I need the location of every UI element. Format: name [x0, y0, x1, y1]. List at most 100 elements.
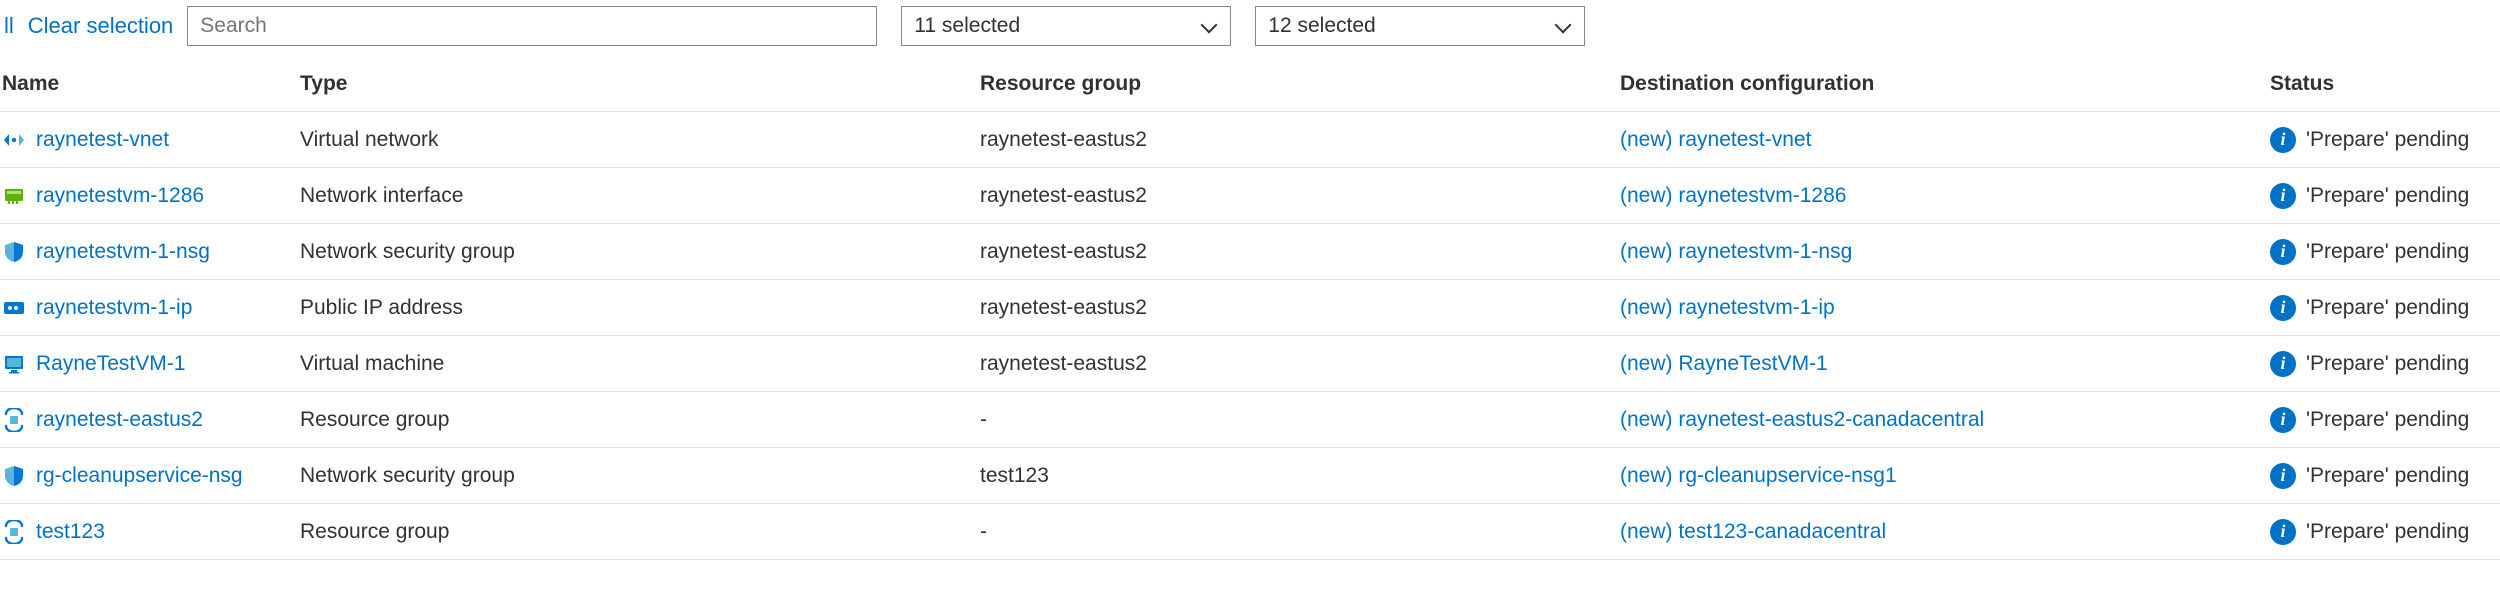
resource-name-link[interactable]: raynetest-vnet — [36, 128, 169, 152]
cell-name: raynetestvm-1-ip — [0, 296, 300, 320]
destination-link[interactable]: (new) rg-cleanupservice-nsg1 — [1620, 464, 1897, 488]
chevron-down-icon — [1200, 17, 1218, 35]
filter-dropdown-2-label: 12 selected — [1268, 14, 1375, 38]
destination-link[interactable]: (new) raynetestvm-1-nsg — [1620, 240, 1852, 264]
cell-status: i 'Prepare' pending — [2270, 127, 2500, 153]
table-row[interactable]: test123 Resource group-(new) test123-cana… — [0, 504, 2500, 560]
resource-name-link[interactable]: rg-cleanupservice-nsg — [36, 464, 243, 488]
info-icon[interactable]: i — [2270, 407, 2296, 433]
resource-name-link[interactable]: test123 — [36, 520, 105, 544]
status-text: 'Prepare' pending — [2306, 464, 2469, 488]
status-text: 'Prepare' pending — [2306, 408, 2469, 432]
col-header-name[interactable]: Name — [0, 72, 300, 96]
table-row[interactable]: raynetestvm-1-ipPublic IP addressraynete… — [0, 280, 2500, 336]
destination-link[interactable]: (new) test123-canadacentral — [1620, 520, 1886, 544]
filter-dropdown-2[interactable]: 12 selected — [1255, 6, 1585, 46]
destination-name: RayneTestVM-1 — [1673, 352, 1828, 375]
destination-name: raynetestvm-1286 — [1673, 184, 1847, 207]
col-header-type[interactable]: Type — [300, 72, 980, 96]
cell-status: i'Prepare' pending — [2270, 295, 2500, 321]
cell-type: Virtual network — [300, 128, 980, 152]
destination-prefix: (new) — [1620, 128, 1673, 151]
table-row[interactable]: raynetest-vnetVirtual networkraynetest-e… — [0, 112, 2500, 168]
cell-name: raynetest-vnet — [0, 128, 300, 152]
cell-resource-group: raynetest-eastus2 — [980, 352, 1620, 376]
destination-prefix: (new) — [1620, 352, 1673, 375]
info-icon[interactable]: i — [2270, 127, 2296, 153]
destination-link[interactable]: (new) raynetestvm-1-ip — [1620, 296, 1835, 320]
cell-resource-group: raynetest-eastus2 — [980, 240, 1620, 264]
info-icon[interactable]: i — [2270, 463, 2296, 489]
status-text: 'Prepare' pending — [2306, 352, 2469, 376]
ip-icon — [2, 296, 26, 320]
status-text: 'Prepare' pending — [2306, 520, 2469, 544]
destination-name: rg-cleanupservice-nsg1 — [1673, 464, 1897, 487]
cell-type: Public IP address — [300, 296, 980, 320]
cell-resource-group: - — [980, 520, 1620, 544]
info-icon[interactable]: i — [2270, 183, 2296, 209]
select-all-link-partial[interactable]: ll — [4, 13, 14, 39]
info-icon[interactable]: i — [2270, 239, 2296, 265]
destination-link[interactable]: (new) RayneTestVM-1 — [1620, 352, 1828, 376]
cell-resource-group: raynetest-eastus2 — [980, 296, 1620, 320]
destination-link[interactable]: (new) raynetest-vnet — [1620, 128, 1811, 152]
destination-name: test123-canadacentral — [1673, 520, 1887, 543]
toolbar: ll Clear selection 11 selected 12 select… — [0, 0, 2500, 56]
cell-type: Network interface — [300, 184, 980, 208]
table-header: Name Type Resource group Destination con… — [0, 56, 2500, 112]
resource-name-link[interactable]: RayneTestVM-1 — [36, 352, 185, 376]
vnet-icon — [2, 128, 26, 152]
destination-prefix: (new) — [1620, 464, 1673, 487]
status-text: 'Prepare' pending — [2306, 128, 2469, 152]
rg-icon — [2, 408, 26, 432]
resource-name-link[interactable]: raynetestvm-1286 — [36, 184, 204, 208]
cell-status: i 'Prepare' pending — [2270, 519, 2500, 545]
table-row[interactable]: raynetestvm-1286 Network interface raynete… — [0, 168, 2500, 224]
vm-icon — [2, 352, 26, 376]
cell-destination: (new) raynetestvm-1-nsg — [1620, 240, 2270, 264]
destination-prefix: (new) — [1620, 240, 1673, 263]
resource-name-link[interactable]: raynetestvm-1-nsg — [36, 240, 210, 264]
cell-destination: (new) raynetest-eastus2-canadacentral — [1620, 408, 2270, 432]
destination-prefix: (new) — [1620, 408, 1673, 431]
info-icon[interactable]: i — [2270, 351, 2296, 377]
cell-name: raynetestvm-1-nsg — [0, 240, 300, 264]
destination-name: raynetest-eastus2-canadacentral — [1673, 408, 1985, 431]
nic-icon — [2, 184, 26, 208]
table-row[interactable]: rg-cleanupservice-nsgNetwork security gr… — [0, 448, 2500, 504]
table-row[interactable]: raynetest-eastus2Resource group-(new) ra… — [0, 392, 2500, 448]
cell-resource-group: test123 — [980, 464, 1620, 488]
destination-link[interactable]: (new) raynetest-eastus2-canadacentral — [1620, 408, 1984, 432]
resource-name-link[interactable]: raynetestvm-1-ip — [36, 296, 192, 320]
destination-name: raynetestvm-1-nsg — [1673, 240, 1853, 263]
info-icon[interactable]: i — [2270, 295, 2296, 321]
nsg-icon — [2, 240, 26, 264]
cell-status: i 'Prepare' pending — [2270, 183, 2500, 209]
status-text: 'Prepare' pending — [2306, 184, 2469, 208]
table-row[interactable]: raynetestvm-1-nsgNetwork security groupr… — [0, 224, 2500, 280]
col-header-status[interactable]: Status — [2270, 72, 2500, 96]
status-text: 'Prepare' pending — [2306, 240, 2469, 264]
cell-type: Resource group — [300, 408, 980, 432]
destination-name: raynetestvm-1-ip — [1673, 296, 1835, 319]
cell-name: test123 — [0, 520, 300, 544]
destination-prefix: (new) — [1620, 520, 1673, 543]
cell-destination: (new) raynetestvm-1286 — [1620, 184, 2270, 208]
search-input[interactable] — [200, 14, 864, 38]
cell-type: Resource group — [300, 520, 980, 544]
col-header-destination[interactable]: Destination configuration — [1620, 72, 2270, 96]
filter-dropdown-1[interactable]: 11 selected — [901, 6, 1231, 46]
cell-destination: (new) rg-cleanupservice-nsg1 — [1620, 464, 2270, 488]
search-input-wrapper[interactable] — [187, 6, 877, 46]
table-row[interactable]: RayneTestVM-1Virtual machineraynetest-ea… — [0, 336, 2500, 392]
clear-selection-link[interactable]: Clear selection — [28, 13, 174, 39]
cell-destination: (new) raynetestvm-1-ip — [1620, 296, 2270, 320]
cell-name: rg-cleanupservice-nsg — [0, 464, 300, 488]
destination-link[interactable]: (new) raynetestvm-1286 — [1620, 184, 1846, 208]
info-icon[interactable]: i — [2270, 519, 2296, 545]
resource-name-link[interactable]: raynetest-eastus2 — [36, 408, 203, 432]
cell-status: i 'Prepare' pending — [2270, 351, 2500, 377]
col-header-resource-group[interactable]: Resource group — [980, 72, 1620, 96]
nsg-icon — [2, 464, 26, 488]
filter-dropdown-1-label: 11 selected — [914, 14, 1020, 38]
